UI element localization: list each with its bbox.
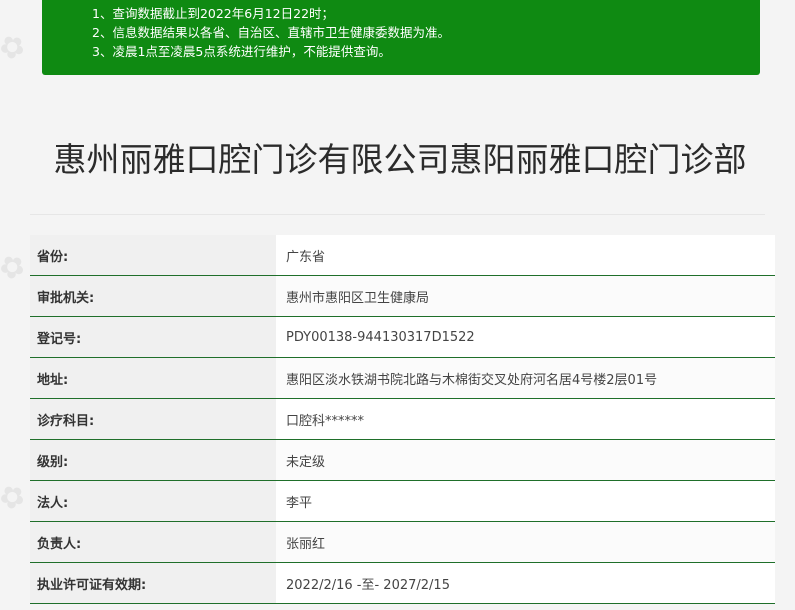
page-title: 惠州丽雅口腔门诊有限公司惠阳丽雅口腔门诊部: [53, 140, 747, 180]
row-value: 2022/2/16 -至- 2027/2/15: [276, 563, 775, 603]
table-row: 执业许可证有效期: 2022/2/16 -至- 2027/2/15: [30, 563, 775, 604]
title-divider: [30, 214, 765, 215]
notice-line: 3、凌晨1点至凌晨5点系统进行维护，不能提供查询。: [92, 44, 391, 59]
table-row: 级别: 未定级: [30, 440, 775, 481]
row-label: 级别:: [30, 440, 276, 480]
watermark: ✿: [0, 246, 33, 289]
row-label: 地址:: [30, 358, 276, 398]
notice-line: 1、查询数据截止到2022年6月12日22时；: [92, 6, 335, 21]
notice-line: 2、信息数据结果以各省、自治区、直辖市卫生健康委数据为准。: [92, 25, 450, 40]
table-row: 登记号: PDY00138-944130317D1522: [30, 317, 775, 358]
row-value: 广东省: [276, 235, 775, 275]
row-label: 省份:: [30, 235, 276, 275]
row-label: 审批机关:: [30, 276, 276, 316]
table-row: 负责人: 张丽红: [30, 522, 775, 563]
row-value: 口腔科******: [276, 399, 775, 439]
table-row: 地址: 惠阳区淡水铁湖书院北路与木棉街交叉处府河名居4号楼2层01号: [30, 358, 775, 399]
row-value: 李平: [276, 481, 775, 521]
row-label: 诊疗科目:: [30, 399, 276, 439]
row-label: 法人:: [30, 481, 276, 521]
row-value: PDY00138-944130317D1522: [276, 317, 775, 357]
row-value: 未定级: [276, 440, 775, 480]
table-row: 诊疗科目: 口腔科******: [30, 399, 775, 440]
table-row: 省份: 广东省: [30, 235, 775, 276]
watermark: ✿: [0, 26, 33, 69]
watermark: ✿: [0, 476, 33, 519]
notice-banner: 1、查询数据截止到2022年6月12日22时； 2、信息数据结果以各省、自治区、…: [42, 0, 760, 75]
row-label: 负责人:: [30, 522, 276, 562]
details-table: 省份: 广东省 审批机关: 惠州市惠阳区卫生健康局 登记号: PDY00138-…: [30, 235, 775, 604]
row-value: 惠州市惠阳区卫生健康局: [276, 276, 775, 316]
table-row: 法人: 李平: [30, 481, 775, 522]
row-label: 执业许可证有效期:: [30, 563, 276, 603]
table-row: 审批机关: 惠州市惠阳区卫生健康局: [30, 276, 775, 317]
row-value: 惠阳区淡水铁湖书院北路与木棉街交叉处府河名居4号楼2层01号: [276, 358, 775, 398]
row-value: 张丽红: [276, 522, 775, 562]
row-label: 登记号:: [30, 317, 276, 357]
